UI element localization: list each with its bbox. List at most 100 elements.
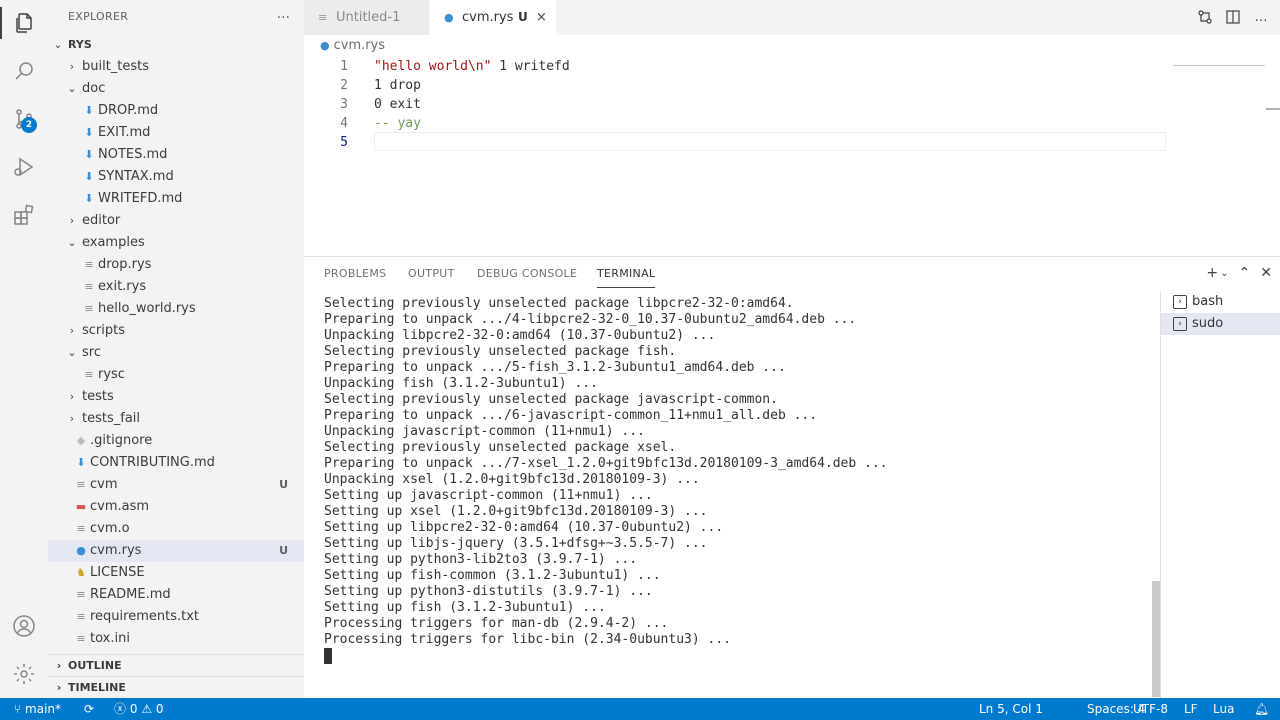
minimap[interactable] — [1173, 56, 1265, 66]
new-terminal-icon[interactable]: + — [1206, 265, 1218, 281]
close-icon[interactable]: × — [536, 0, 547, 35]
terminal-scrollbar[interactable] — [1152, 581, 1160, 697]
terminal-line: Setting up xsel (1.2.0+git9bfc13d.201801… — [324, 504, 708, 519]
chevron-right-icon: › — [56, 659, 62, 672]
breadcrumb[interactable]: ● cvm.rys — [320, 36, 385, 56]
tree-file--gitignore[interactable]: ◆ .gitignore — [48, 430, 304, 452]
code-editor[interactable]: 1 "hello world\n" 1 writefd 2 1 drop 3 0 exit… — [304, 56, 1280, 256]
terminal-label: bash — [1192, 294, 1224, 309]
run-debug-icon[interactable] — [8, 151, 40, 183]
account-icon[interactable] — [8, 610, 40, 642]
tab-debug-console[interactable]: DEBUG CONSOLE — [477, 266, 577, 288]
cursor-position[interactable]: Ln 5, Col 1 — [979, 698, 1043, 720]
tree-item-label: cvm.asm — [90, 499, 150, 514]
tab-label: Untitled-1 — [336, 10, 401, 25]
more-actions-icon[interactable]: … — [1252, 8, 1270, 26]
tab-untitled-1[interactable]: ≡ Untitled-1 — [304, 0, 430, 35]
tree-file-cvm-rys[interactable]: ● cvm.rys U — [48, 540, 304, 562]
search-icon[interactable] — [8, 55, 40, 87]
tree-file-writefd-md[interactable]: ⬇ WRITEFD.md — [48, 188, 304, 210]
tree-file-drop-md[interactable]: ⬇ DROP.md — [48, 100, 304, 122]
tab-output[interactable]: OUTPUT — [408, 266, 455, 288]
tab-terminal[interactable]: TERMINAL — [597, 266, 656, 288]
tree-item-label: tests_fail — [82, 411, 141, 426]
tree-item-label: DROP.md — [98, 103, 159, 118]
tree-item-label: doc — [82, 81, 106, 96]
git-icon: ◆ — [76, 434, 86, 447]
terminal-item-sudo[interactable]: › sudo — [1161, 313, 1280, 335]
tree-file-cvm[interactable]: ≡ cvm U — [48, 474, 304, 496]
chevron-down-icon[interactable]: ⌄ — [1220, 268, 1228, 281]
branch-indicator[interactable]: ⑂ main* — [14, 698, 61, 720]
timeline-section[interactable]: › TIMELINE — [48, 676, 304, 698]
code-token: 1 writefd — [491, 59, 570, 74]
editor-scrollbar[interactable] — [1266, 108, 1280, 110]
more-actions-icon[interactable]: ... — [277, 6, 290, 22]
tree-folder-doc[interactable]: ⌄ doc — [48, 78, 304, 100]
tree-file-license[interactable]: ♞ LICENSE — [48, 562, 304, 584]
tree-folder-editor[interactable]: › editor — [48, 210, 304, 232]
tree-file-exit-md[interactable]: ⬇ EXIT.md — [48, 122, 304, 144]
tree-folder-src[interactable]: ⌄ src — [48, 342, 304, 364]
tab-cvm-rys[interactable]: ● cvm.rys U × — [430, 0, 556, 35]
problems-indicator[interactable]: ⓧ 0 ⚠ 0 — [114, 698, 164, 720]
file-lines-icon: ≡ — [84, 258, 94, 271]
tree-file-contributing-md[interactable]: ⬇ CONTRIBUTING.md — [48, 452, 304, 474]
terminal-prompt[interactable] — [324, 648, 1154, 664]
tree-file-cvm-o[interactable]: ≡ cvm.o — [48, 518, 304, 540]
tree-file-readme-md[interactable]: ≡ README.md — [48, 584, 304, 606]
markdown-icon: ⬇ — [84, 170, 94, 183]
tree-file-tox-ini[interactable]: ≡ tox.ini — [48, 628, 304, 650]
code-line: 1 "hello world\n" 1 writefd — [304, 57, 1204, 76]
terminal-line: Preparing to unpack .../6-javascript-com… — [324, 408, 818, 423]
terminal-line: Processing triggers for libc-bin (2.34-0… — [324, 632, 731, 647]
terminal-item-bash[interactable]: › bash — [1161, 291, 1280, 313]
encoding[interactable]: UTF-8 — [1133, 698, 1168, 720]
explorer-root[interactable]: ⌄ RYS — [48, 34, 304, 56]
terminal-output[interactable]: Selecting previously unselected package … — [324, 296, 1154, 696]
split-editor-icon[interactable] — [1224, 8, 1242, 26]
line-source: 0 exit — [374, 95, 421, 114]
tree-folder-tests[interactable]: › tests — [48, 386, 304, 408]
tree-folder-tests-fail[interactable]: › tests_fail — [48, 408, 304, 430]
chevron-right-icon: › — [69, 412, 75, 425]
tree-file-rysc[interactable]: ≡ rysc — [48, 364, 304, 386]
tree-item-label: WRITEFD.md — [98, 191, 183, 206]
tree-file-exit-rys[interactable]: ≡ exit.rys — [48, 276, 304, 298]
tree-file-syntax-md[interactable]: ⬇ SYNTAX.md — [48, 166, 304, 188]
outline-section[interactable]: › OUTLINE — [48, 654, 304, 676]
tree-folder-scripts[interactable]: › scripts — [48, 320, 304, 342]
tree-file-notes-md[interactable]: ⬇ NOTES.md — [48, 144, 304, 166]
git-untracked-badge: U — [518, 10, 528, 24]
manage-gear-icon[interactable] — [8, 658, 40, 690]
end-of-line[interactable]: LF — [1184, 698, 1198, 720]
sync-icon[interactable]: ⟳ — [84, 698, 94, 720]
explorer-icon[interactable] — [0, 7, 48, 39]
tree-item-label: scripts — [82, 323, 125, 338]
asm-file-icon: ▬ — [75, 500, 87, 513]
tree-file-cvm-asm[interactable]: ▬ cvm.asm — [48, 496, 304, 518]
tree-item-label: LICENSE — [90, 565, 145, 580]
comment-token: -- yay — [374, 116, 421, 131]
tree-file-hello-world-rys[interactable]: ≡ hello_world.rys — [48, 298, 304, 320]
tree-file-requirements-txt[interactable]: ≡ requirements.txt — [48, 606, 304, 628]
line-number: 2 — [340, 78, 348, 93]
tree-file-drop-rys[interactable]: ≡ drop.rys — [48, 254, 304, 276]
maximize-panel-icon[interactable]: ⌃ — [1239, 265, 1251, 281]
chevron-down-icon: ⌄ — [67, 82, 77, 95]
source-control-icon[interactable]: 2 — [8, 103, 40, 135]
open-changes-icon[interactable] — [1196, 8, 1214, 26]
close-icon[interactable]: ✕ — [1260, 265, 1272, 281]
markdown-icon: ⬇ — [84, 104, 94, 117]
tree-folder-built-tests[interactable]: › built_tests — [48, 56, 304, 78]
tab-problems[interactable]: PROBLEMS — [324, 266, 386, 288]
panel-actions: + ⌄ ⌃ ✕ — [1206, 265, 1272, 281]
line-number: 4 — [340, 116, 348, 131]
code-line: 2 1 drop — [304, 76, 1204, 95]
language-mode[interactable]: Lua — [1213, 698, 1234, 720]
rys-file-icon: ● — [320, 39, 330, 52]
git-untracked-badge: U — [279, 544, 288, 557]
notifications-bell-icon[interactable]: 🔔︎ — [1254, 698, 1269, 720]
tree-folder-examples[interactable]: ⌄ examples — [48, 232, 304, 254]
extensions-icon[interactable] — [8, 199, 40, 231]
